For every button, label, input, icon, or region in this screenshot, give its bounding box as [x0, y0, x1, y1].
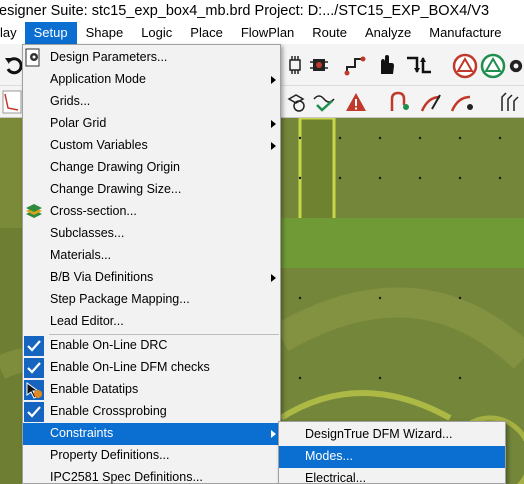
menu-item-change-drawing-origin[interactable]: Change Drawing Origin — [23, 157, 280, 179]
route-connect-icon[interactable] — [344, 54, 366, 76]
menu-item-label: Polar Grid — [50, 116, 107, 130]
checkmark-icon — [24, 402, 44, 422]
delay-tune-icon[interactable] — [448, 91, 476, 113]
menu-analyze[interactable]: Analyze — [356, 22, 420, 44]
menu-item-constraints[interactable]: Constraints — [23, 423, 280, 445]
check-wave-icon[interactable] — [312, 91, 336, 113]
menu-place[interactable]: Place — [181, 22, 232, 44]
menu-item-label: IPC2581 Spec Definitions... — [50, 470, 203, 484]
submenu-item-modes[interactable]: Modes... — [279, 446, 505, 468]
submenu-arrow-icon — [271, 76, 276, 84]
menu-item-application-mode[interactable]: Application Mode — [23, 69, 280, 91]
menu-item-label: Enable On-Line DRC — [50, 338, 168, 352]
menu-item-label: Step Package Mapping... — [50, 292, 190, 306]
menu-item-ipc2581-spec-definitions[interactable]: IPC2581 Spec Definitions... — [23, 467, 280, 484]
submenu-arrow-icon — [271, 274, 276, 282]
menu-item-label: Subclasses... — [50, 226, 125, 240]
menu-item-lead-editor[interactable]: Lead Editor... — [23, 311, 280, 333]
gear-icon[interactable] — [508, 53, 524, 79]
add-connect-icon[interactable] — [388, 91, 414, 113]
submenu-item-label: Modes... — [305, 449, 353, 463]
menu-logic[interactable]: Logic — [132, 22, 181, 44]
menu-bar: lay Setup Shape Logic Place FlowPlan Rou… — [0, 22, 524, 44]
menu-item-label: Change Drawing Size... — [50, 182, 182, 196]
swap-icon[interactable] — [404, 54, 434, 76]
menu-item-custom-variables[interactable]: Custom Variables — [23, 135, 280, 157]
window-title-bar: esigner Suite: stc15_exp_box4_mb.brd Pro… — [0, 0, 524, 22]
submenu-item-label: Electrical... — [305, 471, 367, 484]
menu-item-label: Cross-section... — [50, 204, 137, 218]
menu-item-label: Enable On-Line DFM checks — [50, 360, 210, 374]
chip-icon[interactable] — [284, 54, 306, 76]
slide-hand-icon[interactable] — [374, 54, 396, 76]
menu-item-enable-online-dfm[interactable]: Enable On-Line DFM checks — [23, 357, 280, 379]
submenu-item-designtrue-dfm-wizard[interactable]: DesignTrue DFM Wizard... — [279, 424, 505, 446]
menu-item-subclasses[interactable]: Subclasses... — [23, 223, 280, 245]
menu-display[interactable]: lay — [0, 22, 25, 44]
menu-item-polar-grid[interactable]: Polar Grid — [23, 113, 280, 135]
menu-item-grids[interactable]: Grids... — [23, 91, 280, 113]
menu-shape[interactable]: Shape — [77, 22, 133, 44]
menu-setup[interactable]: Setup — [24, 22, 77, 44]
drc-mark-icon[interactable] — [452, 53, 478, 79]
menu-item-label: Custom Variables — [50, 138, 148, 152]
menu-item-label: Grids... — [50, 94, 91, 108]
warning-icon[interactable] — [344, 91, 368, 113]
menu-item-enable-online-drc[interactable]: Enable On-Line DRC — [23, 335, 280, 357]
menu-route[interactable]: Route — [303, 22, 356, 44]
menu-item-enable-crossprobing[interactable]: Enable Crossprobing — [23, 401, 280, 423]
menu-item-label: Constraints — [50, 426, 114, 440]
menu-item-bb-via-definitions[interactable]: B/B Via Definitions — [23, 267, 280, 289]
menu-item-change-drawing-size[interactable]: Change Drawing Size... — [23, 179, 280, 201]
component-icon[interactable] — [308, 54, 330, 76]
submenu-arrow-icon — [271, 430, 276, 438]
submenu-arrow-icon — [271, 120, 276, 128]
menu-item-materials[interactable]: Materials... — [23, 245, 280, 267]
dfm-check-icon[interactable] — [480, 53, 506, 79]
fanout-icon[interactable] — [500, 91, 524, 113]
design-parameters-icon — [24, 48, 44, 68]
slide-route-icon[interactable] — [418, 91, 446, 113]
menu-item-cross-section[interactable]: Cross-section... — [23, 201, 280, 223]
submenu-item-electrical[interactable]: Electrical... — [279, 468, 505, 484]
menu-item-label: Enable Crossprobing — [50, 404, 167, 418]
setup-menu: Design Parameters... Application Mode Gr… — [22, 44, 281, 484]
menu-item-label: B/B Via Definitions — [50, 270, 154, 284]
via-icon[interactable] — [286, 91, 308, 113]
constraints-submenu: DesignTrue DFM Wizard... Modes... Electr… — [278, 421, 506, 484]
menu-item-enable-datatips[interactable]: Enable Datatips — [23, 379, 280, 401]
menu-item-label: Change Drawing Origin — [50, 160, 180, 174]
menu-manufacture[interactable]: Manufacture — [420, 22, 510, 44]
cross-section-icon — [24, 202, 44, 222]
submenu-item-label: DesignTrue DFM Wizard... — [305, 427, 453, 441]
menu-item-step-package-mapping[interactable]: Step Package Mapping... — [23, 289, 280, 311]
menu-item-design-parameters[interactable]: Design Parameters... — [23, 47, 280, 69]
menu-item-label: Enable Datatips — [50, 382, 139, 396]
checkmark-icon — [24, 358, 44, 378]
datatips-icon — [24, 380, 44, 400]
window-title: esigner Suite: stc15_exp_box4_mb.brd Pro… — [0, 3, 490, 19]
waveform-icon[interactable] — [2, 90, 22, 114]
menu-item-label: Materials... — [50, 248, 112, 262]
menu-item-label: Application Mode — [50, 72, 146, 86]
menu-item-label: Property Definitions... — [50, 448, 170, 462]
submenu-arrow-icon — [271, 142, 276, 150]
menu-flowplan[interactable]: FlowPlan — [232, 22, 303, 44]
menu-item-property-definitions[interactable]: Property Definitions... — [23, 445, 280, 467]
checkmark-icon — [24, 336, 44, 356]
menu-item-label: Design Parameters... — [50, 50, 168, 64]
menu-item-label: Lead Editor... — [50, 314, 124, 328]
